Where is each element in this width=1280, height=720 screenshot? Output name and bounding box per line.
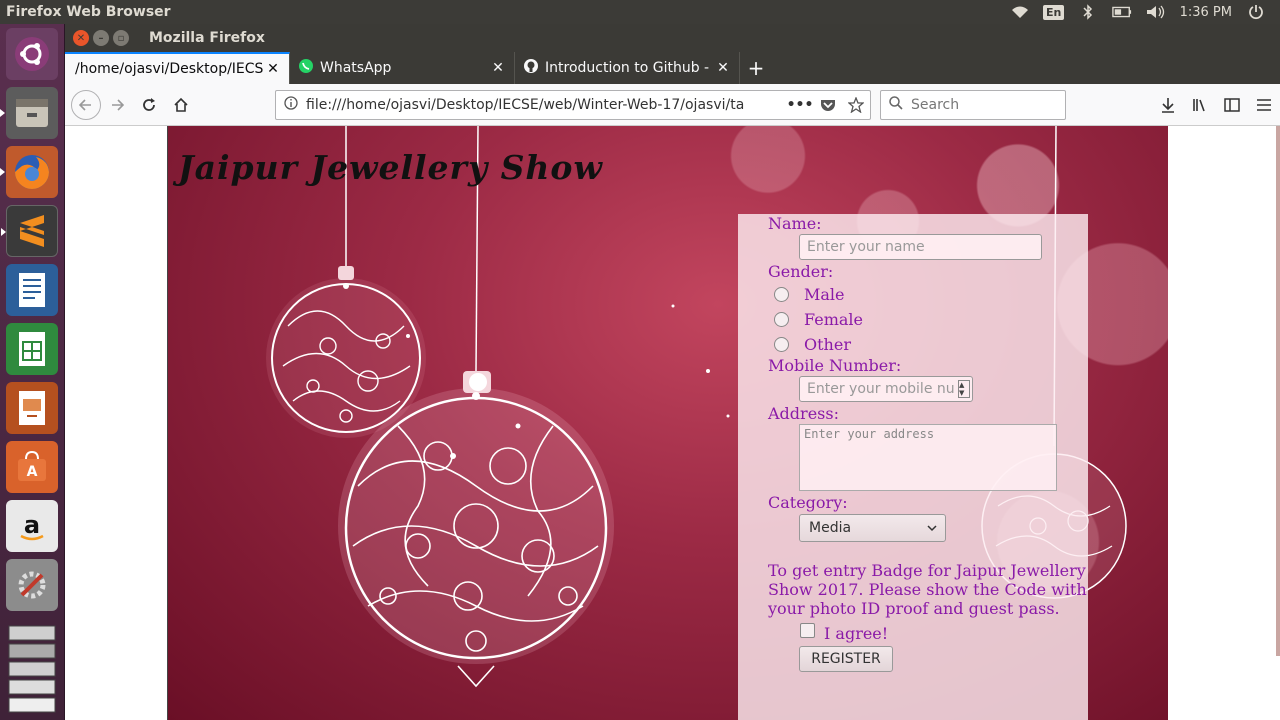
back-button[interactable] [71,89,101,120]
gender-option-female[interactable]: Female [774,310,863,329]
category-selected-value: Media [809,520,852,536]
category-select[interactable]: Media [799,514,946,542]
forward-button[interactable] [101,89,133,121]
clock[interactable]: 1:36 PM [1180,5,1232,20]
female-label: Female [804,310,863,329]
minimize-window-button[interactable]: – [93,30,109,46]
volume-icon[interactable] [1146,3,1166,21]
libreoffice-writer-icon[interactable] [6,264,58,316]
page-viewport: Jaipur Jewellery Show Name: Enter your n… [65,126,1280,720]
tab-local-file[interactable]: /home/ojasvi/Desktop/IECS ✕ [65,52,290,84]
maximize-window-button[interactable]: ▫ [113,30,129,46]
github-icon [523,58,539,78]
svg-text:A: A [27,464,38,480]
agree-label: I agree! [824,624,889,643]
address-label: Address: [768,404,839,423]
keyboard-icon[interactable]: En [1042,3,1065,21]
address-textarea[interactable]: Enter your address [799,424,1057,491]
chevron-down-icon [927,520,937,536]
name-label: Name: [768,214,822,233]
tab-label: WhatsApp [320,60,392,76]
home-button[interactable] [165,89,197,121]
firefox-icon[interactable] [0,146,58,198]
close-tab-icon[interactable]: ✕ [715,60,731,76]
male-radio[interactable] [774,287,789,302]
sidebar-icon[interactable] [1216,89,1248,121]
page-scrollbar[interactable] [1276,126,1280,656]
registration-form: Name: Enter your name Gender: Male Femal… [738,214,1088,720]
tab-label: /home/ojasvi/Desktop/IECS [75,61,264,77]
bookmark-star-icon[interactable] [842,97,870,113]
system-settings-icon[interactable] [6,559,58,611]
menu-icon[interactable] [1248,89,1280,121]
pocket-icon[interactable] [814,98,842,112]
window-title: Mozilla Firefox [149,30,265,46]
gender-option-male[interactable]: Male [774,285,845,304]
other-radio[interactable] [774,337,789,352]
workspace-switcher-icon[interactable] [6,624,58,714]
tab-whatsapp[interactable]: WhatsApp ✕ [290,52,515,84]
register-button[interactable]: REGISTER [799,646,893,672]
male-label: Male [804,285,845,304]
battery-icon[interactable] [1111,3,1132,21]
number-spinner[interactable]: ▲ ▼ [958,380,970,398]
window-titlebar: ✕ – ▫ Mozilla Firefox [65,24,1280,52]
tab-github[interactable]: Introduction to Github - ✕ [515,52,740,84]
library-icon[interactable] [1184,89,1216,121]
agree-checkbox[interactable] [800,623,815,638]
tab-label: Introduction to Github - [545,60,710,76]
entry-badge-note: To get entry Badge for Jaipur Jewellery … [768,561,1087,618]
search-icon [889,96,903,114]
ubuntu-software-icon[interactable]: A [6,441,58,493]
page-background: Jaipur Jewellery Show Name: Enter your n… [167,126,1168,720]
amazon-icon[interactable]: a [6,500,58,552]
firefox-window: ✕ – ▫ Mozilla Firefox /home/ojasvi/Deskt… [65,24,1280,720]
search-bar[interactable]: Search [880,90,1066,120]
close-window-button[interactable]: ✕ [73,30,89,46]
other-label: Other [804,335,851,354]
category-label: Category: [768,493,848,512]
url-bar[interactable]: file:///home/ojasvi/Desktop/IECSE/web/Wi… [275,90,871,120]
site-title: Jaipur Jewellery Show [178,148,603,187]
page-actions-icon[interactable]: ••• [786,97,814,113]
ubuntu-dash-icon[interactable] [6,28,58,80]
active-app-title: Firefox Web Browser [6,4,171,20]
mobile-number-input[interactable]: Enter your mobile nu ▲ ▼ [799,376,973,402]
name-input[interactable]: Enter your name [799,234,1042,260]
whatsapp-icon [298,58,314,78]
tab-strip: /home/ojasvi/Desktop/IECS ✕ WhatsApp ✕ I… [65,52,1280,84]
libreoffice-calc-icon[interactable] [6,323,58,375]
libreoffice-impress-icon[interactable] [6,382,58,434]
close-tab-icon[interactable]: ✕ [490,60,506,76]
sublime-text-icon[interactable] [1,205,58,257]
power-icon[interactable] [1246,3,1266,21]
svg-text:a: a [24,511,40,539]
gender-label: Gender: [768,262,834,281]
mobile-label: Mobile Number: [768,356,902,375]
navigation-toolbar: file:///home/ojasvi/Desktop/IECSE/web/Wi… [65,84,1280,126]
keyboard-layout-label: En [1042,4,1065,20]
info-icon[interactable] [284,96,298,114]
mobile-placeholder: Enter your mobile nu [807,381,955,397]
indicator-area: En 1:36 PM [1010,3,1280,21]
gender-option-other[interactable]: Other [774,335,851,354]
reload-button[interactable] [133,89,165,121]
downloads-icon[interactable] [1152,89,1184,121]
url-text[interactable]: file:///home/ojasvi/Desktop/IECSE/web/Wi… [298,97,786,113]
system-top-panel: Firefox Web Browser En 1:36 PM [0,0,1280,24]
files-icon[interactable] [0,87,58,139]
bluetooth-icon[interactable] [1078,3,1098,21]
search-placeholder: Search [911,97,960,113]
close-tab-icon[interactable]: ✕ [265,61,281,77]
launcher: A a [0,24,65,720]
toolbar-right-icons [1152,89,1280,121]
wifi-icon[interactable] [1010,3,1030,21]
new-tab-button[interactable]: + [740,52,772,84]
female-radio[interactable] [774,312,789,327]
